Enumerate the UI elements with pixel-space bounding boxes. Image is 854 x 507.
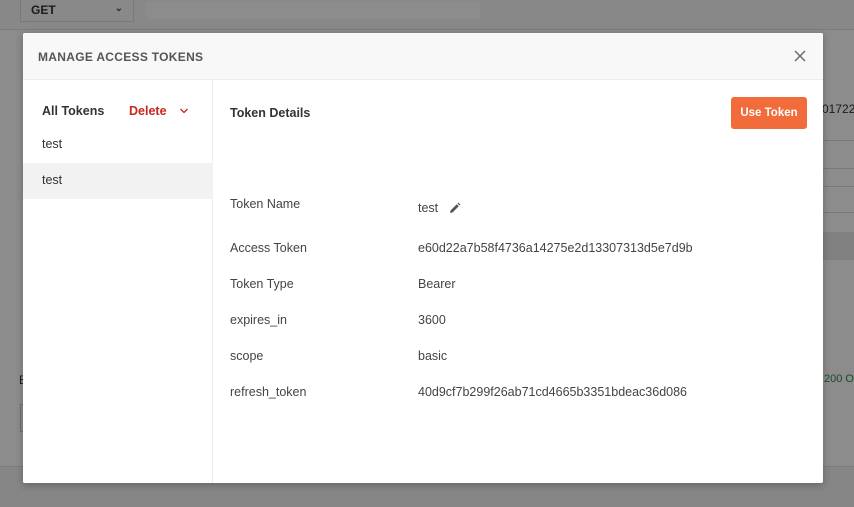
field-value: basic [418,349,448,363]
modal-header: MANAGE ACCESS TOKENS [23,33,823,80]
token-list: test test [23,127,213,199]
token-details-panel: Token Details Use Token Token Name test … [214,80,823,483]
close-button[interactable] [791,47,809,65]
token-sidebar: All Tokens Delete test test [23,80,213,483]
close-icon [794,50,806,62]
field-label: Token Type [230,277,294,291]
token-name-row: Token Name test [230,197,810,217]
delete-dropdown-button[interactable]: Delete [129,104,189,118]
all-tokens-label: All Tokens [42,104,105,118]
modal-title: MANAGE ACCESS TOKENS [38,50,204,64]
access-token-row: Access Token e60d22a7b58f4736a14275e2d13… [230,241,810,261]
field-label: refresh_token [230,385,307,399]
pencil-icon[interactable] [448,202,461,215]
token-details-title: Token Details [230,106,311,120]
token-type-row: Token Type Bearer [230,277,810,297]
field-value: 40d9cf7b299f26ab71cd4665b3351bdeac36d086 [418,385,688,399]
refresh-token-row: refresh_token 40d9cf7b299f26ab71cd4665b3… [230,385,810,405]
delete-label: Delete [129,104,167,118]
manage-access-tokens-modal: MANAGE ACCESS TOKENS All Tokens Delete t… [23,33,823,483]
chevron-down-icon [179,108,188,114]
expires-in-row: expires_in 3600 [230,313,810,333]
field-value: e60d22a7b58f4736a14275e2d13307313d5e7d9b [418,241,693,255]
field-label: scope [230,349,264,363]
field-label: Access Token [230,241,307,255]
field-value: Bearer [418,277,456,291]
token-name-value: test [418,201,461,215]
field-value: test [418,201,439,215]
scope-row: scope basic [230,349,810,369]
field-value: 3600 [418,313,446,327]
token-list-item-selected[interactable]: test [23,163,213,199]
token-list-item[interactable]: test [23,127,213,163]
use-token-button[interactable]: Use Token [731,97,807,129]
field-label: Token Name [230,197,301,211]
field-label: expires_in [230,313,287,327]
